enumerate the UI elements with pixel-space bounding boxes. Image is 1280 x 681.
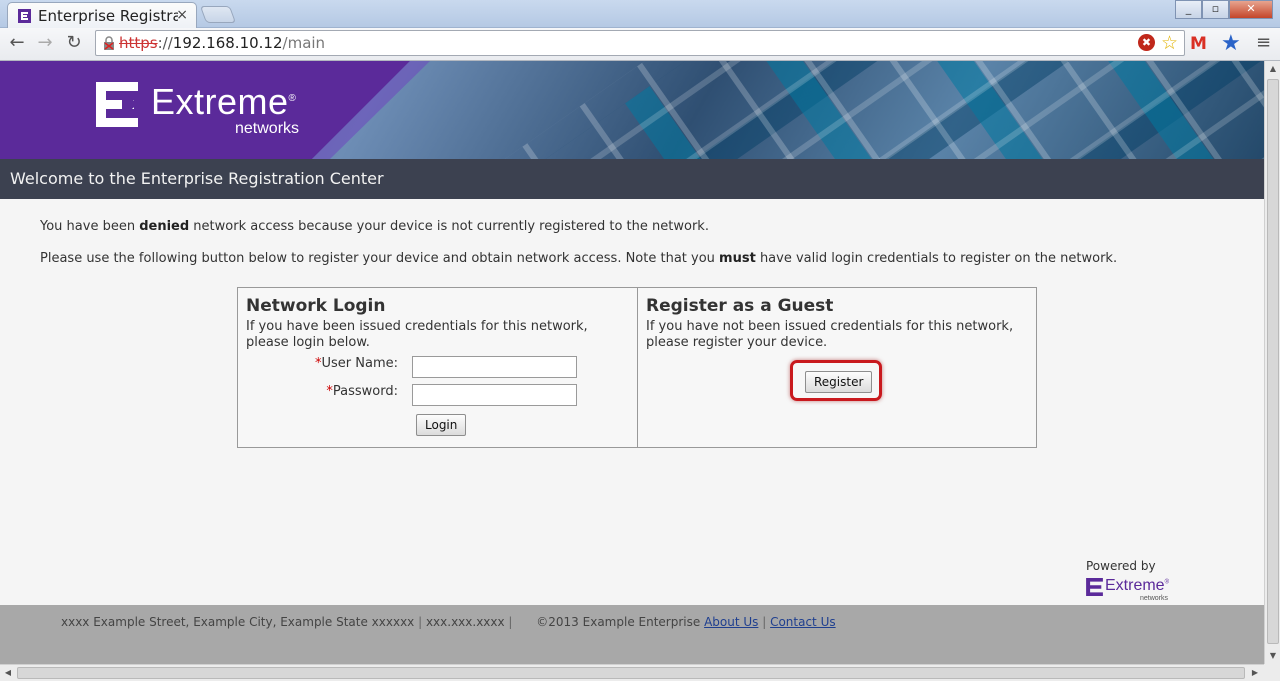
message-emphasis: denied xyxy=(139,219,190,234)
network-login-heading: Network Login xyxy=(246,296,386,316)
gmail-icon[interactable]: M xyxy=(1190,34,1207,54)
guest-register-section: Register as a Guest If you have not been… xyxy=(638,288,1036,447)
reload-button[interactable]: ↻ xyxy=(62,31,86,55)
guest-register-heading: Register as a Guest xyxy=(646,296,834,316)
network-login-section: Network Login If you have been issued cr… xyxy=(238,288,638,447)
registration-panel: Network Login If you have been issued cr… xyxy=(237,287,1037,448)
password-label: *Password: xyxy=(238,384,398,399)
scrollbar-corner xyxy=(1264,664,1280,681)
new-tab-button[interactable] xyxy=(199,6,237,23)
header-banner: Extreme® networks xyxy=(0,61,1264,159)
browser-titlebar: Enterprise Registrat × _ ▫ ✕ xyxy=(0,0,1280,28)
address-bar[interactable]: https://192.168.10.12/main ✖ ☆ xyxy=(95,30,1185,56)
small-logo-wordmark: Extreme® xyxy=(1105,577,1169,595)
insecure-lock-icon xyxy=(104,36,114,50)
page-title: Welcome to the Enterprise Registration C… xyxy=(10,169,384,188)
login-button[interactable]: Login xyxy=(416,414,467,436)
denied-message: You have been denied network access beca… xyxy=(40,219,709,234)
tab-title: Enterprise Registrat xyxy=(38,7,178,25)
message-text: Please use the following button below to… xyxy=(40,251,720,266)
message-text: network access because your device is no… xyxy=(189,219,709,234)
footer-separator: | xyxy=(504,615,517,629)
footer-separator: | xyxy=(758,615,771,629)
url-separator: :// xyxy=(157,34,173,52)
network-login-description: If you have been issued credentials for … xyxy=(246,319,588,350)
url-text: https://192.168.10.12/main xyxy=(119,34,325,52)
username-label: *User Name: xyxy=(238,356,398,371)
footer-copyright: ©2013 Example Enterprise xyxy=(536,615,701,629)
logo-brand: Extreme xyxy=(151,81,289,122)
scroll-left-icon[interactable]: ◀ xyxy=(0,665,16,681)
minimize-button[interactable]: _ xyxy=(1175,0,1202,19)
bookmark-star-icon[interactable]: ☆ xyxy=(1161,34,1178,53)
vertical-scroll-thumb[interactable] xyxy=(1267,79,1279,644)
close-window-button[interactable]: ✕ xyxy=(1229,0,1273,19)
logo-reg-mark: ® xyxy=(288,93,297,104)
stop-extension-icon[interactable]: ✖ xyxy=(1137,34,1155,51)
footer-text: xxxx Example Street, Example City, Examp… xyxy=(61,615,836,629)
browser-tab[interactable]: Enterprise Registrat × xyxy=(7,2,197,28)
password-input[interactable] xyxy=(412,384,577,406)
browser-menu-icon[interactable]: ≡ xyxy=(1256,32,1271,53)
powered-by-logo: Extreme® networks xyxy=(1086,577,1186,607)
footer-address: xxxx Example Street, Example City, Examp… xyxy=(61,615,415,629)
url-host: 192.168.10.12 xyxy=(172,34,283,52)
about-us-link[interactable]: About Us xyxy=(704,615,758,629)
scroll-down-icon[interactable]: ▼ xyxy=(1265,648,1280,664)
address-bar-actions: ✖ ☆ xyxy=(1137,34,1178,53)
message-text: have valid login credentials to register… xyxy=(755,251,1118,266)
banner-grid-pattern xyxy=(350,61,1264,159)
username-input[interactable] xyxy=(412,356,577,378)
maximize-button[interactable]: ▫ xyxy=(1202,0,1229,19)
url-protocol: https xyxy=(119,34,158,52)
small-logo-subtitle: networks xyxy=(1140,595,1169,602)
bookmark-extension-icon[interactable]: ★ xyxy=(1221,31,1241,56)
horizontal-scrollbar[interactable]: ◀ ▶ xyxy=(0,664,1264,681)
password-label-text: Password: xyxy=(332,384,398,399)
instructions-message: Please use the following button below to… xyxy=(40,251,1117,266)
tab-close-icon[interactable]: × xyxy=(176,7,188,23)
small-logo-reg-mark: ® xyxy=(1164,579,1169,586)
page-footer: xxxx Example Street, Example City, Examp… xyxy=(0,605,1264,664)
logo-subtitle: networks xyxy=(235,120,300,137)
url-path: /main xyxy=(282,34,326,52)
small-logo-brand: Extreme xyxy=(1105,577,1165,594)
vertical-scrollbar[interactable]: ▲ ▼ xyxy=(1264,61,1280,664)
username-label-text: User Name: xyxy=(321,356,399,371)
footer-separator: | xyxy=(414,615,426,629)
extreme-small-logo-icon xyxy=(1086,578,1103,596)
message-emphasis: must xyxy=(719,251,756,266)
scroll-up-icon[interactable]: ▲ xyxy=(1265,61,1280,77)
message-text: You have been xyxy=(40,219,140,234)
powered-by-label: Powered by xyxy=(1086,559,1156,573)
browser-toolbar: ← → ↻ https://192.168.10.12/main ✖ ☆ M ★… xyxy=(0,28,1280,61)
guest-register-description: If you have not been issued credentials … xyxy=(646,319,1014,350)
window-controls: _ ▫ ✕ xyxy=(1175,0,1273,20)
horizontal-scroll-thumb[interactable] xyxy=(17,667,1245,679)
contact-us-link[interactable]: Contact Us xyxy=(770,615,836,629)
back-button[interactable]: ← xyxy=(5,31,29,55)
forward-button[interactable]: → xyxy=(33,31,57,55)
register-button[interactable]: Register xyxy=(805,371,873,393)
extreme-logo-icon xyxy=(96,82,138,127)
scroll-right-icon[interactable]: ▶ xyxy=(1247,665,1263,681)
page-content: Extreme® networks Welcome to the Enterpr… xyxy=(0,61,1264,664)
logo-wordmark: Extreme® xyxy=(151,81,296,123)
extreme-favicon-icon xyxy=(18,9,31,23)
welcome-bar: Welcome to the Enterprise Registration C… xyxy=(0,159,1264,199)
footer-phone: xxx.xxx.xxxx xyxy=(425,615,505,629)
